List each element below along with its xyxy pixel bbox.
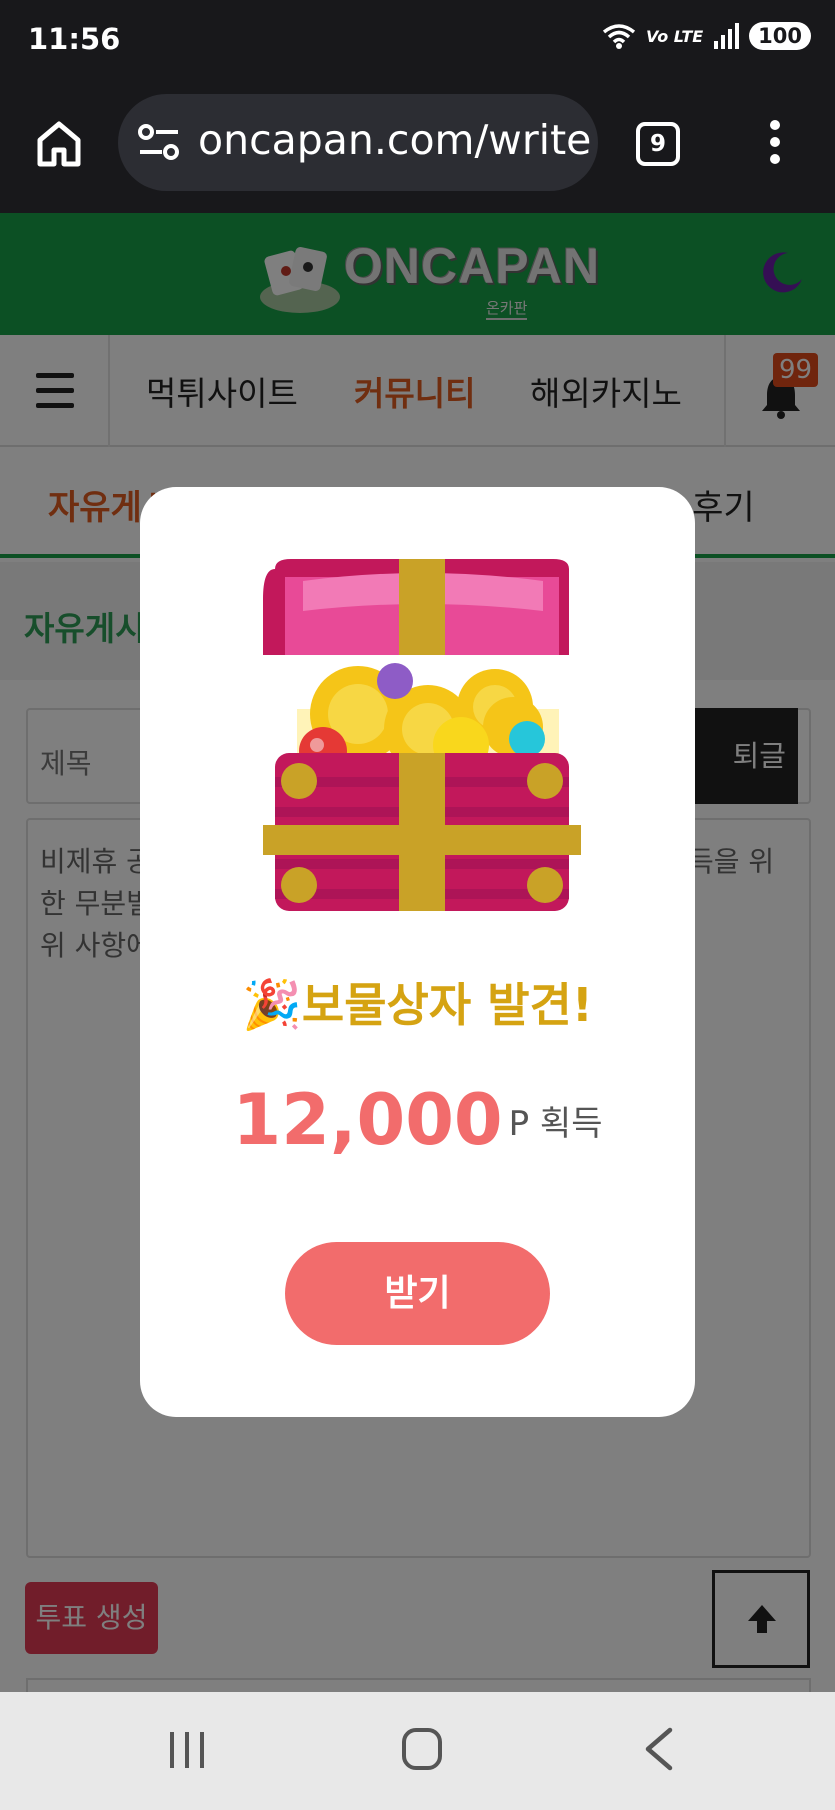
reward-unit: P 획득 (508, 1103, 603, 1144)
site-settings-icon[interactable] (138, 124, 180, 160)
network-label: Vo LTE (645, 26, 704, 46)
treasure-modal: 🎉보물상자 발견! 12,000 P 획득 받기 (140, 487, 695, 1417)
home-icon[interactable] (34, 118, 84, 168)
reward-points: 12,000 (232, 1079, 503, 1161)
tab-switcher-button[interactable]: 9 (636, 122, 680, 166)
browser-toolbar: oncapan.com/write 9 (0, 80, 835, 213)
modal-title-text: 보물상자 발견! (301, 978, 593, 1032)
back-icon[interactable] (640, 1726, 676, 1772)
system-nav-bar (0, 1692, 835, 1810)
more-menu-icon[interactable] (768, 120, 782, 168)
home-button-icon[interactable] (402, 1728, 442, 1770)
claim-button[interactable]: 받기 (285, 1242, 550, 1345)
party-popper-icon: 🎉 (242, 977, 302, 1033)
signal-icon (714, 23, 740, 49)
modal-title: 🎉보물상자 발견! (140, 969, 695, 1035)
url-text: oncapan.com/write (198, 116, 592, 164)
recent-apps-icon[interactable] (170, 1732, 208, 1768)
address-bar[interactable]: oncapan.com/write (118, 94, 598, 191)
reward-amount: 12,000 P 획득 (140, 1079, 695, 1161)
treasure-chest-icon (263, 559, 581, 911)
status-bar: 11:56 Vo LTE 100 (0, 0, 835, 80)
wifi-icon (602, 24, 636, 49)
battery-indicator: 100 (749, 22, 811, 50)
status-time: 11:56 (28, 22, 121, 56)
status-icons: Vo LTE 100 (602, 22, 811, 50)
